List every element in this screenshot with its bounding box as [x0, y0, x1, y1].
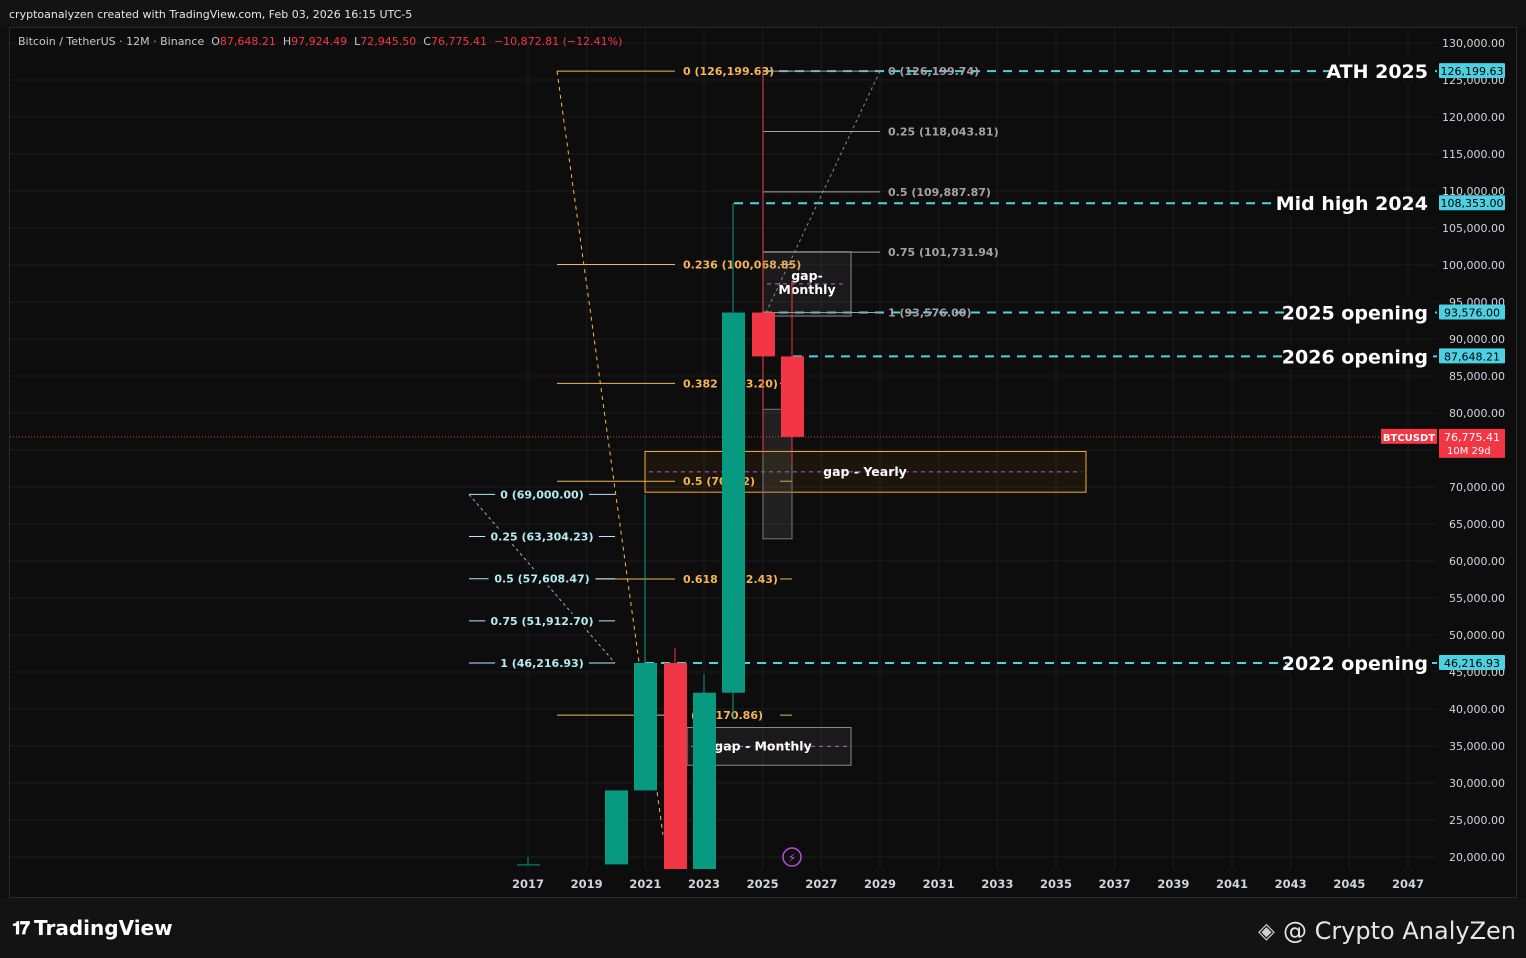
fib-gray-level-label: 0.25 (118,043.81) [888, 125, 999, 138]
y-tick-label: 25,000.00 [1449, 814, 1505, 827]
y-tick-label: 40,000.00 [1449, 703, 1505, 716]
high-value: 97,924.49 [291, 35, 348, 48]
y-tick-label: 20,000.00 [1449, 851, 1505, 864]
candle-body [517, 864, 540, 866]
price-level-label: 2022 opening [1282, 653, 1428, 675]
y-tick-label: 115,000.00 [1442, 148, 1505, 161]
x-tick-label: 2017 [512, 877, 544, 891]
y-tick-label: 120,000.00 [1442, 111, 1505, 124]
x-tick-label: 2025 [747, 877, 779, 891]
y-tick-label: 35,000.00 [1449, 740, 1505, 753]
low-value: 72,945.50 [360, 35, 417, 48]
y-tick-label: 90,000.00 [1449, 333, 1505, 346]
candle-body [605, 790, 628, 865]
y-tick-label: 100,000.00 [1442, 259, 1505, 272]
y-tick-label: 80,000.00 [1449, 407, 1505, 420]
fib-gray-level-label: 0.75 (101,731.94) [888, 246, 999, 259]
fib-teal-level-label: 1 (46,216.93) [500, 657, 583, 670]
x-tick-label: 2019 [571, 877, 603, 891]
x-tick-label: 2041 [1216, 877, 1248, 891]
x-tick-label: 2021 [629, 877, 661, 891]
author-watermark: ◈ @ Crypto AnalyZen [1258, 917, 1516, 945]
x-tick-label: 2027 [805, 877, 837, 891]
chart-canvas[interactable]: 130,000.00125,000.00120,000.00115,000.00… [0, 0, 1526, 898]
gap-label: gap - Yearly [823, 464, 907, 479]
ohlc-legend: Bitcoin / TetherUS · 12M · Binance O87,6… [18, 35, 622, 48]
fib-gray-level-label: 0.5 (109,887.87) [888, 186, 991, 199]
gap-label-line: Monthly [778, 282, 835, 297]
price-level-label: ATH 2025 [1326, 61, 1428, 83]
open-label: O [211, 35, 220, 48]
gap-label-line: gap- [791, 268, 823, 283]
x-tick-label: 2045 [1333, 877, 1365, 891]
fib-teal-level-label: 0.75 (51,912.70) [491, 615, 594, 628]
binance-diamond-icon: ◈ [1258, 918, 1275, 944]
x-tick-label: 2039 [1157, 877, 1189, 891]
candle-body [693, 692, 716, 869]
y-tick-label: 70,000.00 [1449, 481, 1505, 494]
fib-teal-level-label: 0.5 (57,608.47) [494, 573, 589, 586]
open-value: 87,648.21 [219, 35, 276, 48]
x-tick-label: 2023 [688, 877, 720, 891]
y-tick-label: 60,000.00 [1449, 555, 1505, 568]
tradingview-brand: TradingView [34, 916, 173, 940]
candle-body [664, 662, 687, 869]
price-level-label: 2026 opening [1282, 346, 1428, 368]
x-tick-label: 2033 [981, 877, 1013, 891]
lightning-glyph: ⚡ [788, 851, 796, 865]
gap-label: gap - Monthly [714, 738, 811, 753]
candle-body [634, 662, 657, 791]
close-value: 76,775.41 [430, 35, 487, 48]
x-tick-label: 2043 [1275, 877, 1307, 891]
candle-body [781, 356, 804, 437]
fib-gray-level-label: 0 (126,199.74) [888, 65, 979, 78]
fib-gray-level-label: 1 (93,576.00) [888, 307, 971, 320]
y-tick-label: 55,000.00 [1449, 592, 1505, 605]
change-value: −10,872.81 (−12.41%) [493, 35, 623, 48]
candle-body [752, 312, 775, 357]
price-level-tag-text: 87,648.21 [1444, 350, 1500, 363]
symbol-label[interactable]: Bitcoin / TetherUS · 12M · Binance [18, 35, 204, 48]
x-tick-label: 2029 [864, 877, 896, 891]
y-tick-label: 30,000.00 [1449, 777, 1505, 790]
high-label: H [282, 35, 292, 48]
price-level-label: Mid high 2024 [1276, 193, 1428, 215]
y-tick-label: 105,000.00 [1442, 222, 1505, 235]
price-level-tag-text: 108,353.00 [1441, 197, 1504, 210]
x-tick-label: 2037 [1099, 877, 1131, 891]
y-tick-label: 130,000.00 [1442, 37, 1505, 50]
tradingview-logo-icon: 𝟏𝟕 [12, 917, 30, 939]
fib-teal-level-label: 0 (69,000.00) [500, 488, 583, 501]
fib-level-label: 0 (126,199.63) [683, 65, 774, 78]
x-tick-label: 2047 [1392, 877, 1424, 891]
y-tick-label: 85,000.00 [1449, 370, 1505, 383]
tradingview-logo[interactable]: 𝟏𝟕 TradingView [12, 916, 173, 940]
countdown-text: 10M 29d [1447, 446, 1491, 457]
candle-body [722, 312, 745, 693]
x-tick-label: 2035 [1040, 877, 1072, 891]
watermark-text: @ Crypto AnalyZen [1282, 917, 1516, 945]
y-tick-label: 50,000.00 [1449, 629, 1505, 642]
price-level-tag-text: 126,199.63 [1441, 65, 1504, 78]
current-price-tag-text: 76,775.41 [1444, 431, 1500, 444]
price-level-tag-text: 93,576.00 [1444, 307, 1500, 320]
x-tick-label: 2031 [923, 877, 955, 891]
price-level-tag-text: 46,216.93 [1444, 657, 1500, 670]
fib-teal-level-label: 0.25 (63,304.23) [491, 531, 594, 544]
symbol-tag-text: BTCUSDT [1383, 433, 1435, 444]
price-level-label: 2025 opening [1282, 303, 1428, 325]
close-label: C [423, 35, 431, 48]
y-tick-label: 65,000.00 [1449, 518, 1505, 531]
